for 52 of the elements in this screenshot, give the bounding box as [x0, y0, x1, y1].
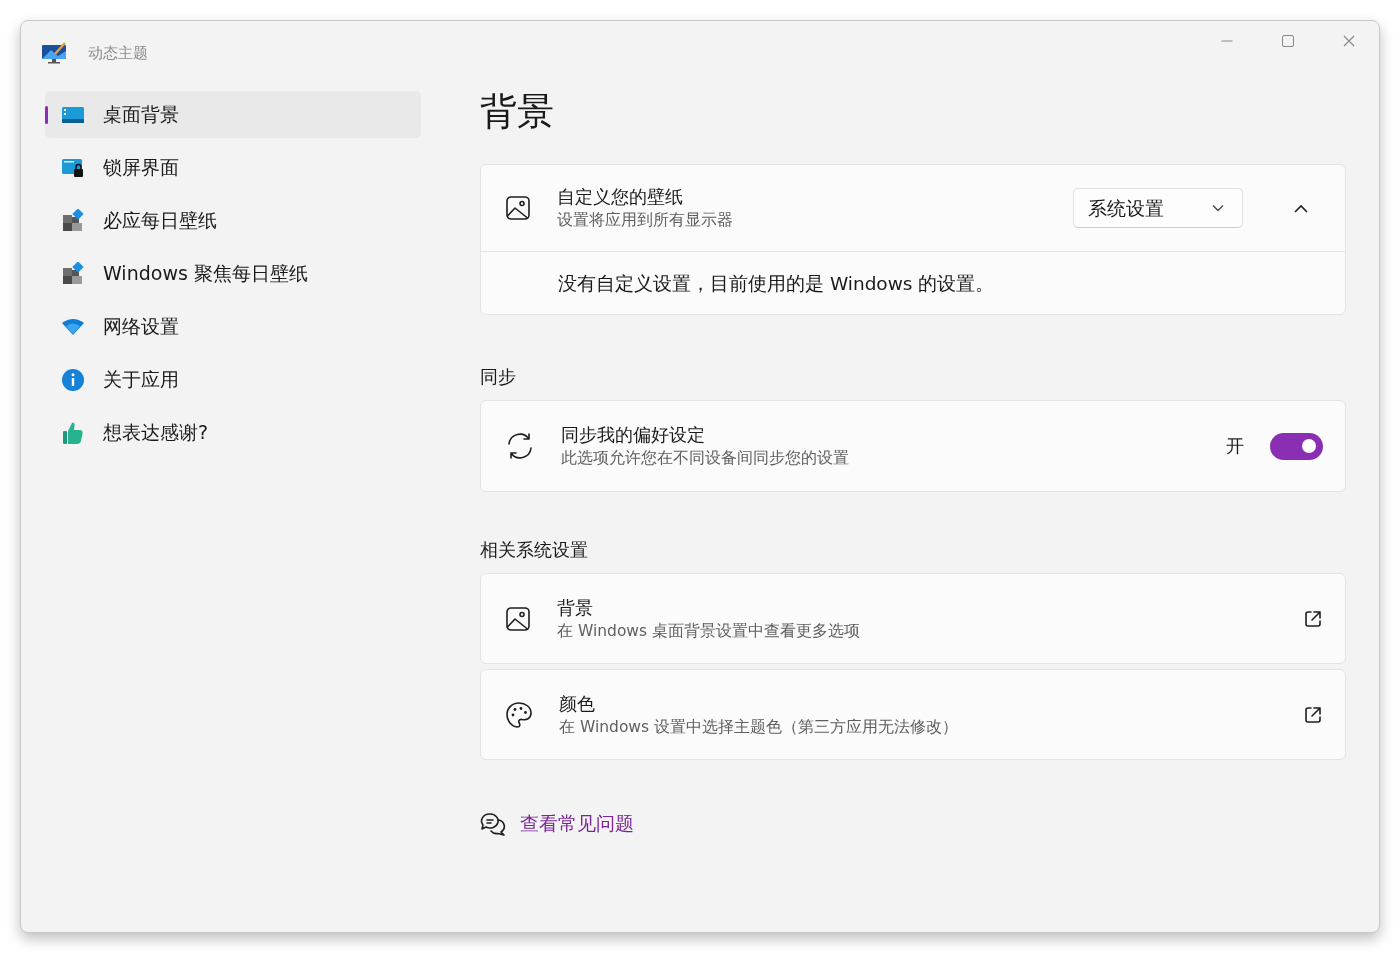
setting-title: 同步我的偏好设定 — [561, 423, 706, 447]
chat-bubbles-icon — [480, 812, 506, 836]
faq-link[interactable]: 查看常见问题 — [520, 811, 634, 837]
thumbs-up-icon — [62, 420, 84, 445]
app-logo-icon — [41, 42, 67, 64]
monitor-icon — [61, 104, 85, 125]
setting-description: 在 Windows 桌面背景设置中查看更多选项 — [557, 620, 862, 642]
setting-description: 此选项允许您在不同设备间同步您的设置 — [561, 448, 850, 469]
chevron-down-icon — [1212, 204, 1224, 212]
section-heading: 相关系统设置 — [480, 538, 589, 562]
info-message: 没有自定义设置，目前使用的是 Windows 的设置。 — [481, 251, 1345, 314]
sidebar-item[interactable]: 必应每日壁纸 — [45, 197, 421, 244]
close-icon — [1342, 35, 1355, 47]
sidebar-item-label: 桌面背景 — [103, 101, 179, 127]
setting-title: 颜色 — [559, 691, 596, 716]
toggle-state-label: 开 — [1226, 434, 1244, 458]
external-link-icon[interactable] — [1303, 704, 1323, 725]
info-icon — [61, 367, 85, 392]
toggle-switch[interactable] — [1270, 432, 1323, 460]
palette-icon — [505, 700, 533, 729]
external-link-icon[interactable] — [1303, 608, 1323, 629]
window-title: 动态主题 — [88, 43, 148, 63]
sidebar-item-label: Windows 聚焦每日壁纸 — [103, 260, 308, 286]
image-icon — [505, 605, 531, 632]
page-title: 背景 — [480, 89, 555, 135]
sidebar-item[interactable]: 网络设置 — [45, 303, 421, 350]
sidebar-item[interactable]: 关于应用 — [45, 356, 421, 403]
sidebar-item-label: 必应每日壁纸 — [103, 207, 217, 233]
lock-screen-icon — [61, 156, 85, 179]
settings-link-card[interactable]: 背景 在 Windows 桌面背景设置中查看更多选项 — [480, 573, 1346, 664]
maximize-icon — [1281, 35, 1294, 47]
sidebar-item[interactable]: 想表达感谢? — [45, 409, 421, 456]
sidebar-item[interactable]: Windows 聚焦每日壁纸 — [45, 250, 421, 297]
tiles-icon — [61, 261, 85, 286]
setting-description: 设置将应用到所有显示器 — [557, 210, 734, 231]
sidebar-item-label: 网络设置 — [103, 313, 179, 339]
sidebar-item[interactable]: 桌面背景 — [45, 91, 421, 138]
sidebar-item-label: 锁屏界面 — [103, 154, 179, 180]
sidebar-item-label: 关于应用 — [103, 366, 179, 392]
settings-link-card[interactable]: 颜色 在 Windows 设置中选择主题色（第三方应用无法修改） — [480, 669, 1346, 760]
setting-title: 自定义您的壁纸 — [557, 185, 684, 209]
section-heading: 同步 — [480, 365, 517, 389]
wallpaper-dropdown[interactable]: 系统设置 — [1073, 188, 1243, 228]
setting-title: 背景 — [557, 595, 594, 620]
sync-icon — [505, 431, 535, 461]
sidebar-item-label: 想表达感谢? — [103, 419, 209, 445]
chevron-up-icon — [1294, 203, 1308, 213]
sidebar-item[interactable]: 锁屏界面 — [45, 144, 421, 191]
tiles-icon — [61, 208, 85, 233]
setting-description: 在 Windows 设置中选择主题色（第三方应用无法修改） — [559, 716, 960, 738]
image-icon — [505, 195, 531, 221]
wifi-icon — [61, 317, 85, 336]
